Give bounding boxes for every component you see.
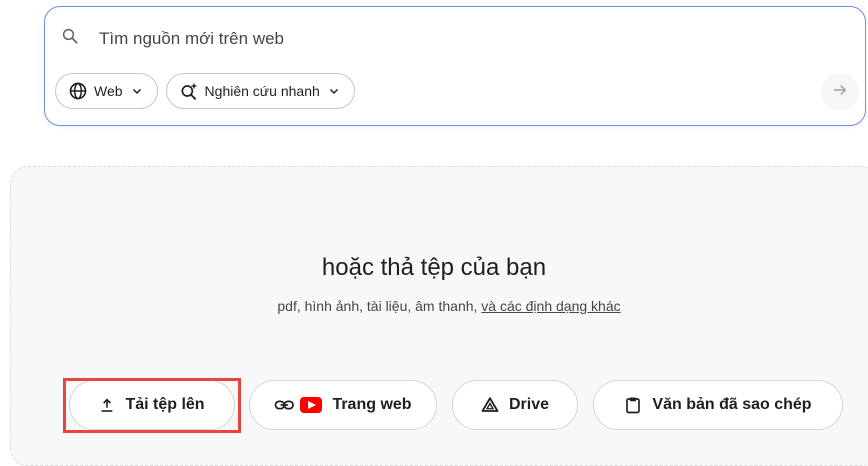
search-icon — [61, 27, 79, 50]
globe-icon — [68, 81, 88, 101]
sparkle-search-icon — [179, 81, 199, 101]
research-mode-label: Nghiên cứu nhanh — [204, 83, 320, 99]
copied-text-label: Văn bản đã sao chép — [652, 396, 812, 413]
search-input[interactable]: Tìm nguồn mới trên web — [99, 29, 284, 49]
search-card: Tìm nguồn mới trên web Web Nghiên cứu nh… — [44, 6, 866, 126]
copied-text-button[interactable]: Văn bản đã sao chép — [593, 380, 843, 430]
drive-icon — [481, 396, 499, 414]
research-mode-dropdown[interactable]: Nghiên cứu nhanh — [165, 73, 355, 109]
submit-search-button[interactable] — [821, 73, 859, 111]
youtube-icon — [300, 397, 323, 413]
clipboard-icon — [624, 396, 642, 414]
website-source-label: Trang web — [332, 396, 412, 413]
drive-source-label: Drive — [508, 396, 550, 413]
drop-zone-subtitle: pdf, hình ảnh, tài liệu, âm thanh, và cá… — [0, 298, 868, 314]
source-web-dropdown[interactable]: Web — [55, 73, 158, 109]
search-row[interactable]: Tìm nguồn mới trên web — [61, 27, 284, 50]
upload-highlight-box — [63, 378, 241, 433]
website-source-button[interactable]: Trang web — [249, 380, 437, 430]
more-formats-link[interactable]: và các định dạng khác — [481, 298, 620, 314]
link-icon — [274, 398, 296, 412]
source-web-label: Web — [94, 83, 123, 99]
chevron-down-icon — [131, 85, 143, 97]
arrow-right-icon — [831, 81, 849, 104]
drive-source-button[interactable]: Drive — [452, 380, 578, 430]
supported-formats-text: pdf, hình ảnh, tài liệu, âm thanh, — [277, 298, 478, 314]
chevron-down-icon — [328, 85, 340, 97]
drop-zone-title: hoặc thả tệp của bạn — [321, 254, 547, 281]
